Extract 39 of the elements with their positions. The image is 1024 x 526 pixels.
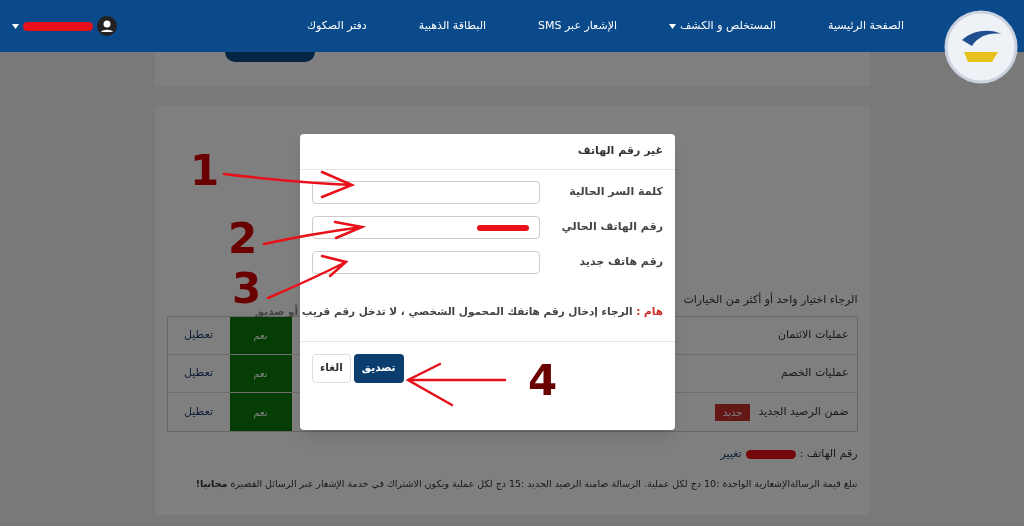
text-input[interactable] — [312, 251, 540, 274]
nav-link[interactable]: البطاقة الذهبية — [418, 17, 487, 35]
pricing-note: تبلغ قيمة الرسالةالإشعارية الواحدة :10 دج لكل عملية. الرسالة ضامنة الرصيد الجديد :15 دج لكل عملية ويكون الاشتراك في خدمة الإشعار عبر الرسائل القصيرة مجانيا! — [195, 476, 858, 492]
new-badge: جديد — [714, 403, 751, 421]
phone-label: رقم الهاتف : — [799, 446, 858, 462]
redaction-mark — [477, 225, 529, 231]
status-cell: نعم — [229, 393, 292, 431]
handwritten-number: 4 — [528, 360, 558, 402]
redaction-mark — [23, 21, 93, 31]
option-label: ضمن الرصيد الجديد — [758, 403, 849, 420]
caret-icon — [669, 23, 676, 29]
status-cell: نعم — [229, 317, 292, 354]
option-label: عمليات الائتمان — [777, 327, 849, 344]
option-label: عمليات الخصم — [781, 365, 849, 382]
dialog-title: غير رقم الهاتف — [577, 143, 663, 160]
nav-link[interactable]: الإشعار عبر SMS — [538, 17, 617, 35]
redaction-mark — [745, 449, 796, 459]
cancel-button[interactable]: الغاء — [312, 353, 351, 383]
field-label: كلمة السر الحالية — [569, 184, 663, 201]
disable-link[interactable]: تعطيل — [167, 327, 230, 344]
field-label: رقم الهاتف الحالي — [561, 219, 663, 236]
warning-label: هام : — [636, 305, 663, 317]
nav-link[interactable]: دفتر الصكوك — [306, 17, 367, 35]
confirm-button[interactable]: تصديق — [353, 353, 404, 383]
handwritten-number: 2 — [228, 218, 258, 260]
instructions-text: الرجاء اختيار واحد أو أكثر من الخيارات — [683, 291, 858, 308]
disable-link[interactable]: تعطيل — [167, 403, 230, 421]
logo-icon — [944, 10, 1018, 84]
change-link[interactable]: تغيير — [720, 446, 742, 463]
text-input[interactable] — [312, 181, 540, 204]
handwritten-number: 1 — [190, 150, 220, 192]
caret-icon[interactable] — [12, 23, 19, 29]
disable-link[interactable]: تعطيل — [167, 365, 230, 382]
status-cell: نعم — [229, 355, 292, 392]
field-label: رقم هاتف جديد — [579, 254, 663, 271]
nav-link[interactable]: الصفحة الرئيسية — [828, 17, 904, 35]
text-input[interactable] — [312, 216, 540, 239]
user-avatar-icon[interactable] — [97, 16, 117, 36]
nav-link[interactable]: المستخلص و الكشف — [669, 17, 777, 35]
